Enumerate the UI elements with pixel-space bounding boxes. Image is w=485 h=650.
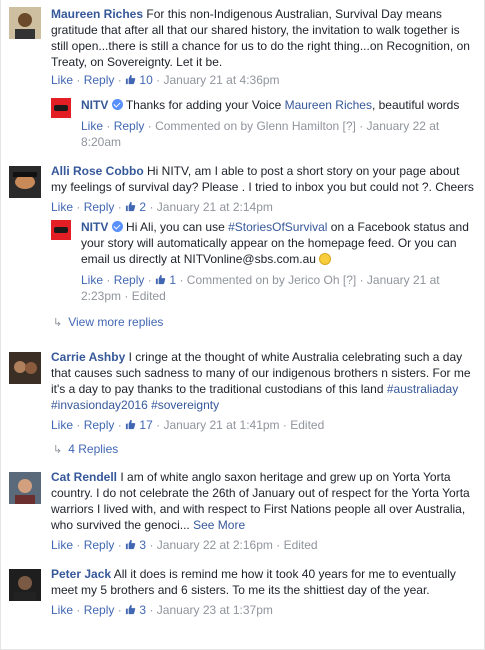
comment-item: Cat Rendell I am of white anglo saxon he… — [1, 469, 484, 553]
reply-button[interactable]: Reply — [114, 119, 145, 133]
comments-list: Maureen Riches For this non-Indigenous A… — [0, 0, 485, 650]
comment-actions: Like · Reply · 17 · January 21 at 1:41pm… — [51, 418, 325, 432]
like-button[interactable]: Like — [51, 603, 73, 617]
thumbs-up-icon — [125, 201, 136, 212]
view-more-replies-label[interactable]: View more replies — [68, 315, 163, 329]
reply-text-pre: Hi Ali, you can use — [126, 220, 229, 234]
edited-label[interactable]: Edited — [284, 538, 318, 552]
avatar[interactable] — [9, 472, 41, 504]
commenter-name[interactable]: Carrie Ashby — [51, 350, 125, 364]
commented-on-by: Commented on by Jerico Oh — [186, 273, 340, 287]
reply-button[interactable]: Reply — [84, 418, 115, 432]
avatar-image-icon — [9, 7, 41, 39]
comment-actions: Like · Reply · 3 · January 23 at 1:37pm — [51, 603, 273, 617]
comment-actions: Like · Reply · 1 · Commented on by Jeric… — [81, 273, 440, 303]
thumbs-up-icon — [125, 604, 136, 615]
comment-item: Peter Jack All it does is remind me how … — [1, 566, 484, 618]
avatar-image-icon — [9, 472, 41, 504]
edited-label[interactable]: Edited — [290, 418, 324, 432]
timestamp[interactable]: January 21 at 1:41pm — [163, 418, 279, 432]
like-button[interactable]: Like — [51, 538, 73, 552]
comment-actions: Like · Reply · Commented on by Glenn Ham… — [81, 119, 440, 149]
timestamp[interactable]: January 23 at 1:37pm — [157, 603, 273, 617]
timestamp[interactable]: January 21 at 2:14pm — [157, 200, 273, 214]
reply-button[interactable]: Reply — [114, 273, 145, 287]
reply-button[interactable]: Reply — [84, 73, 115, 87]
comment-item: Maureen Riches For this non-Indigenous A… — [1, 4, 484, 88]
avatar-image-icon — [9, 569, 41, 601]
like-button[interactable]: Like — [81, 119, 103, 133]
like-count[interactable]: 17 — [125, 418, 153, 432]
smile-emoji-icon — [319, 253, 332, 265]
commenter-name[interactable]: Cat Rendell — [51, 470, 117, 484]
comment-item: Carrie Ashby I cringe at the thought of … — [1, 349, 484, 458]
thumbs-up-icon — [155, 274, 166, 285]
help-link[interactable]: [?] — [343, 119, 356, 133]
commenter-name[interactable]: Maureen Riches — [51, 7, 143, 21]
help-link[interactable]: [?] — [343, 273, 356, 287]
avatar[interactable] — [51, 220, 71, 240]
avatar[interactable] — [9, 569, 41, 601]
nitv-logo-icon — [54, 227, 68, 233]
replies-count-label[interactable]: 4 Replies — [68, 442, 118, 456]
commenter-name[interactable]: Peter Jack — [51, 567, 111, 581]
avatar[interactable] — [51, 98, 71, 118]
avatar-image-icon — [9, 352, 41, 384]
reply-button[interactable]: Reply — [84, 603, 115, 617]
reply-text-pre: Thanks for adding your Voice — [125, 98, 285, 112]
like-count[interactable]: 1 — [155, 273, 176, 287]
avatar[interactable] — [9, 352, 41, 384]
comment-actions: Like · Reply · 3 · January 22 at 2:16pm … — [51, 538, 318, 552]
reply-button[interactable]: Reply — [84, 538, 115, 552]
avatar-image-icon — [9, 166, 41, 198]
hashtag-link[interactable]: #StoriesOfSurvival — [228, 220, 327, 234]
avatar[interactable] — [9, 166, 41, 198]
thumbs-up-icon — [125, 539, 136, 550]
verified-badge-icon — [111, 221, 123, 232]
like-button[interactable]: Like — [51, 418, 73, 432]
reply-item: NITV Thanks for adding your Voice Mauree… — [1, 97, 484, 150]
view-more-replies[interactable]: ↳ View more replies — [1, 314, 484, 331]
like-count[interactable]: 2 — [125, 200, 146, 214]
reply-arrow-icon: ↳ — [53, 444, 63, 456]
comment-text: All it does is remind me how it took 40 … — [51, 567, 456, 597]
comment-actions: Like · Reply · 2 · January 21 at 2:14pm — [51, 200, 273, 214]
nitv-logo-icon — [54, 105, 68, 111]
mention-link[interactable]: Maureen Riches — [285, 98, 372, 112]
reply-arrow-icon: ↳ — [53, 317, 63, 329]
commenter-name[interactable]: Alli Rose Cobbo — [51, 164, 144, 178]
timestamp[interactable]: January 21 at 4:36pm — [163, 73, 279, 87]
timestamp[interactable]: January 22 at 2:16pm — [157, 538, 273, 552]
commenter-name[interactable]: NITV — [81, 98, 108, 112]
like-button[interactable]: Like — [51, 200, 73, 214]
like-count[interactable]: 10 — [125, 73, 153, 87]
like-button[interactable]: Like — [81, 273, 103, 287]
replies-link[interactable]: ↳ 4 Replies — [51, 441, 474, 458]
thumbs-up-icon — [125, 74, 136, 85]
like-count[interactable]: 3 — [125, 538, 146, 552]
commenter-name[interactable]: NITV — [81, 220, 108, 234]
reply-text-post: , beautiful words — [371, 98, 460, 112]
like-button[interactable]: Like — [51, 73, 73, 87]
reply-item: NITV Hi Ali, you can use #StoriesOfSurvi… — [1, 219, 484, 304]
thumbs-up-icon — [125, 419, 136, 430]
comment-item: Alli Rose Cobbo Hi NITV, am I able to po… — [1, 163, 484, 215]
like-count[interactable]: 3 — [125, 603, 146, 617]
verified-badge-icon — [111, 99, 123, 110]
reply-button[interactable]: Reply — [84, 200, 115, 214]
comment-actions: Like · Reply · 10 · January 21 at 4:36pm — [51, 73, 280, 87]
commented-on-by: Commented on by Glenn Hamilton — [155, 119, 340, 133]
avatar[interactable] — [9, 7, 41, 39]
see-more-link[interactable]: See More — [193, 518, 245, 532]
edited-label[interactable]: Edited — [132, 289, 166, 303]
